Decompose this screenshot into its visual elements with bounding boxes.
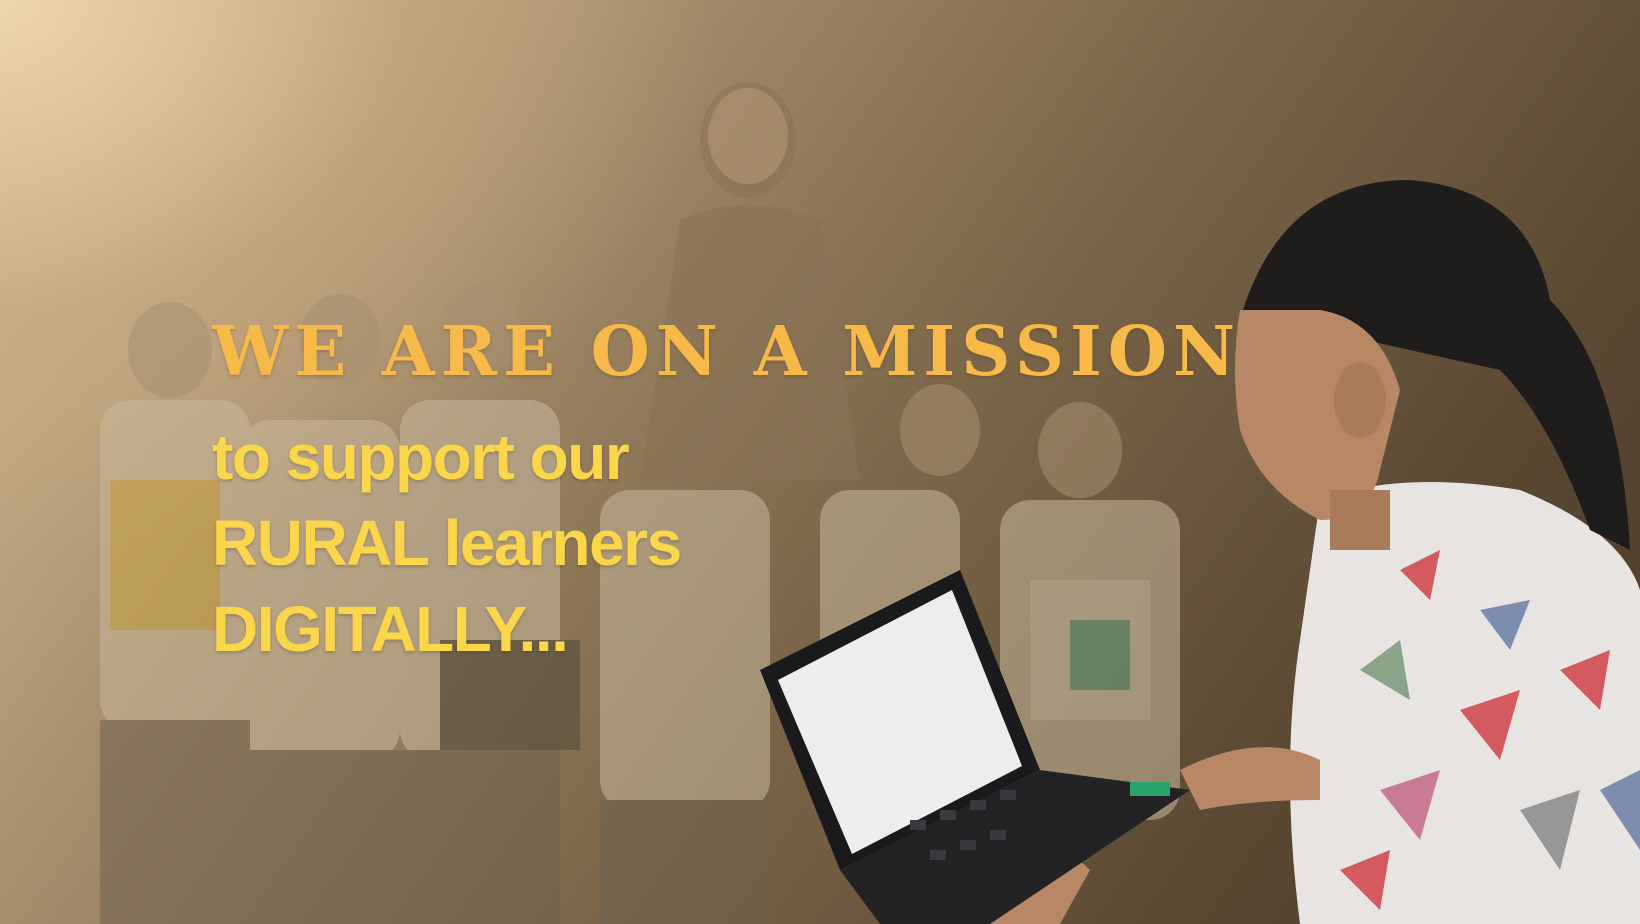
mission-line-1: to support our	[212, 421, 630, 493]
mission-banner: WE ARE ON A MISSION to support our RURAL…	[0, 0, 1640, 924]
mission-title: WE ARE ON A MISSION	[212, 312, 1242, 392]
mission-line-3: DIGITALLY...	[212, 593, 569, 665]
mission-line-2: RURAL learners	[212, 507, 682, 579]
mission-headline: WE ARE ON A MISSION to support our RURAL…	[212, 312, 1242, 672]
